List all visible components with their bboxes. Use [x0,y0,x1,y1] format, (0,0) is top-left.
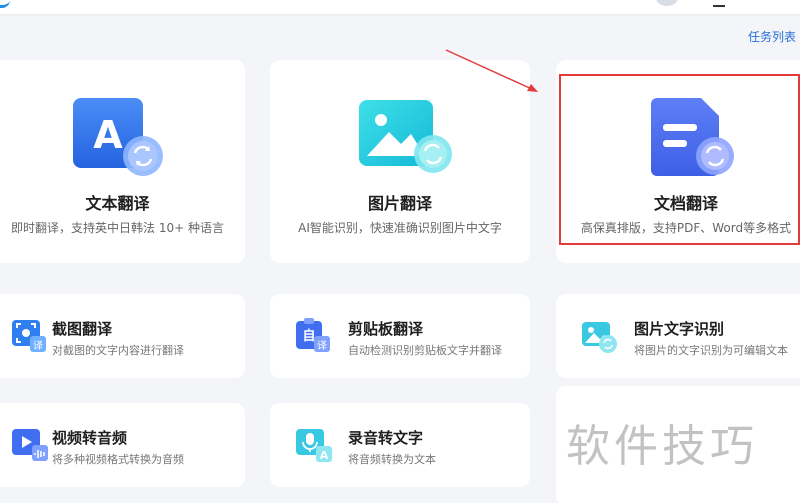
tool-title: 剪贴板翻译 [348,320,424,338]
tool-image-ocr[interactable]: 图片文字识别 将图片的文字识别为可编辑文本 [556,294,800,378]
tool-clipboard-translate[interactable]: 自 译 剪贴板翻译 自动检测识别剪贴板文字并翻译 [270,294,530,378]
tool-description: 将多种视频格式转换为音频 [52,453,184,466]
image-translate-card[interactable]: 图片翻译 AI智能识别，快速准确识别图片中文字 [270,60,530,263]
card-description: 即时翻译，支持英中日韩法 10+ 种语言 [11,221,224,235]
svg-text:自: 自 [302,328,315,344]
card-title: 图片翻译 [367,194,432,213]
text-translate-card[interactable]: A 文本翻译 即时翻译，支持英中日韩法 10+ 种语言 [0,60,245,263]
svg-text:A: A [320,449,329,462]
tool-audio-to-text[interactable]: A 录音转文字 将音频转换为文本 [270,403,530,487]
tool-title: 截图翻译 [52,320,113,338]
svg-text:译: 译 [33,340,43,352]
clipboard-translate-icon: 自 译 [296,318,330,352]
tool-description: 将音频转换为文本 [348,453,436,466]
svg-text:译: 译 [317,340,327,352]
tool-description: 将图片的文字识别为可编辑文本 [634,344,788,357]
image-translate-icon [359,100,452,173]
tool-description: 自动检测识别剪贴板文字并翻译 [348,344,502,357]
letter-a-translate-icon: A [73,98,163,176]
task-list-link[interactable]: 任务列表 [748,28,796,45]
tool-title: 视频转音频 [52,429,128,447]
card-title: 文档翻译 [653,194,718,213]
document-translate-card[interactable]: 文档翻译 高保真排版，支持PDF、Word等多格式 [556,60,800,263]
card-description: 高保真排版，支持PDF、Word等多格式 [580,221,792,235]
card-description: AI智能识别，快速准确识别图片中文字 [298,221,502,235]
tool-video-to-audio[interactable]: 视频转音频 将多种视频格式转换为音频 [0,403,245,487]
screenshot-translate-icon: 译 [12,320,46,352]
tool-title: 图片文字识别 [634,320,725,338]
top-bar [0,0,800,14]
app-logo-icon [0,0,10,8]
tool-title: 录音转文字 [348,429,424,447]
avatar[interactable] [656,0,678,6]
image-ocr-icon [582,322,617,353]
minimize-icon[interactable] [713,5,725,7]
card-title: 文本翻译 [85,194,150,213]
tool-screenshot-translate[interactable]: 译 截图翻译 对截图的文字内容进行翻译 [0,294,245,378]
video-to-audio-icon [12,429,48,461]
audio-to-text-icon: A [296,429,332,462]
tool-description: 对截图的文字内容进行翻译 [52,344,184,357]
svg-text:A: A [93,113,123,157]
watermark: 软件技巧 [566,421,758,472]
document-translate-icon [651,98,734,176]
